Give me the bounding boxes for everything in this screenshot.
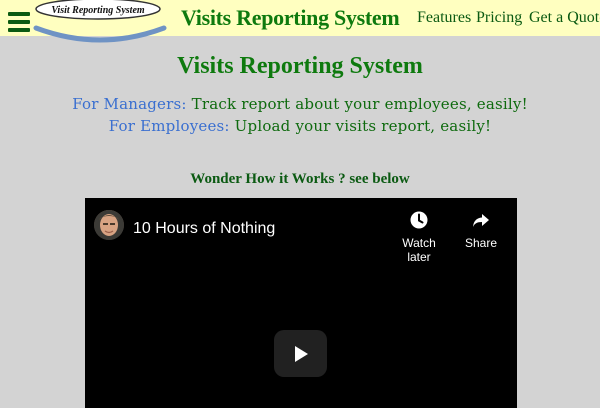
tagline-managers-text: Track report about your employees, easil… [191, 95, 528, 113]
site-logo[interactable]: Visit Reporting System [32, 0, 168, 44]
tagline-managers-label: For Managers: [72, 95, 187, 113]
page-title: Visits Reporting System [177, 53, 423, 79]
share-button[interactable]: Share [451, 210, 511, 250]
play-button[interactable] [274, 330, 327, 377]
video-title[interactable]: 10 Hours of Nothing [133, 220, 275, 238]
tagline-employees-text: Upload your visits report, easily! [234, 117, 492, 135]
clock-icon [410, 211, 428, 229]
how-it-works-heading: Wonder How it Works ? see below [190, 171, 410, 187]
tagline-employees: For Employees: Upload your visits report… [0, 117, 600, 135]
top-header-bar: Visit Reporting System Visits Reporting … [0, 0, 600, 43]
watch-later-label: Watch later [402, 236, 436, 264]
share-label: Share [464, 236, 498, 250]
channel-avatar[interactable] [94, 210, 124, 240]
watch-later-button[interactable]: Watch later [389, 210, 449, 264]
nav-link-pricing[interactable]: Pricing [476, 9, 522, 27]
tagline-employees-label: For Employees: [108, 117, 230, 135]
tagline-managers: For Managers: Track report about your em… [0, 95, 600, 113]
hamburger-menu-icon[interactable] [8, 12, 30, 34]
avatar-face-icon [94, 210, 124, 240]
play-icon [295, 346, 308, 362]
brand-title[interactable]: Visits Reporting System [181, 5, 400, 31]
video-embed[interactable]: 10 Hours of Nothing Watch later Share [85, 198, 517, 408]
nav-link-get-a-quote[interactable]: Get a Quote [529, 9, 600, 27]
share-arrow-icon [473, 214, 489, 227]
nav-link-features[interactable]: Features [417, 9, 471, 27]
logo-graphic: Visit Reporting System [33, 0, 167, 43]
logo-text: Visit Reporting System [51, 5, 145, 16]
